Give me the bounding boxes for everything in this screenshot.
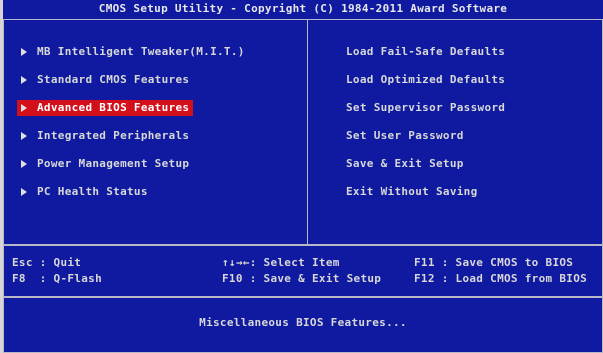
menu-item-label: Exit Without Saving [346, 185, 478, 198]
status-frame: Miscellaneous BIOS Features... [3, 297, 603, 353]
arrow-right-icon [21, 104, 27, 112]
key-help-frame: Esc : Quit F8 : Q-Flash ↑↓→←: Select Ite… [3, 245, 603, 297]
menu-item-label: Integrated Peripherals [37, 129, 190, 142]
title-bar: CMOS Setup Utility - Copyright (C) 1984-… [98, 2, 508, 15]
help-f10: F10 : Save & Exit Setup [222, 272, 382, 285]
menu-item-mit[interactable]: MB Intelligent Tweaker(M.I.T.) [17, 38, 249, 66]
menu-item-advanced-bios[interactable]: Advanced BIOS Features [17, 94, 249, 122]
arrow-right-icon [21, 160, 27, 168]
menu-item-label: Standard CMOS Features [37, 73, 190, 86]
menu-item-user-password[interactable]: Set User Password [342, 122, 509, 150]
help-f8: F8 : Q-Flash [12, 272, 102, 285]
menu-item-integrated-peripherals[interactable]: Integrated Peripherals [17, 122, 249, 150]
menu-item-save-exit[interactable]: Save & Exit Setup [342, 150, 509, 178]
menu-item-label: Set User Password [346, 129, 464, 142]
arrow-right-icon [21, 48, 27, 56]
arrow-right-icon [21, 76, 27, 84]
help-esc: Esc : Quit [12, 256, 82, 269]
menu-item-label: PC Health Status [37, 185, 148, 198]
menu-item-label: Set Supervisor Password [346, 101, 506, 114]
menu-item-label: Advanced BIOS Features [37, 101, 190, 114]
menu-item-load-fail-safe[interactable]: Load Fail-Safe Defaults [342, 38, 509, 66]
menu-item-label: Load Fail-Safe Defaults [346, 45, 506, 58]
help-f12: F12 : Load CMOS from BIOS [414, 272, 588, 285]
menu-item-load-optimized[interactable]: Load Optimized Defaults [342, 66, 509, 94]
left-menu: MB Intelligent Tweaker(M.I.T.) Standard … [17, 38, 249, 206]
right-menu: Load Fail-Safe Defaults Load Optimized D… [342, 38, 509, 206]
menu-item-standard-cmos[interactable]: Standard CMOS Features [17, 66, 249, 94]
arrow-right-icon [21, 132, 27, 140]
arrow-right-icon [21, 188, 27, 196]
menu-item-power-management[interactable]: Power Management Setup [17, 150, 249, 178]
menu-item-label: Load Optimized Defaults [346, 73, 506, 86]
menu-item-label: Save & Exit Setup [346, 157, 464, 170]
menu-item-exit-without-saving[interactable]: Exit Without Saving [342, 178, 509, 206]
bios-screen: CMOS Setup Utility - Copyright (C) 1984-… [3, 0, 603, 353]
menu-item-label: Power Management Setup [37, 157, 190, 170]
menu-item-supervisor-password[interactable]: Set Supervisor Password [342, 94, 509, 122]
menu-divider [307, 20, 308, 244]
status-message: Miscellaneous BIOS Features... [199, 316, 407, 329]
menu-item-label: MB Intelligent Tweaker(M.I.T.) [37, 45, 245, 58]
help-f11: F11 : Save CMOS to BIOS [414, 256, 574, 269]
help-arrows: ↑↓→←: Select Item [222, 256, 340, 269]
menu-item-pc-health[interactable]: PC Health Status [17, 178, 249, 206]
